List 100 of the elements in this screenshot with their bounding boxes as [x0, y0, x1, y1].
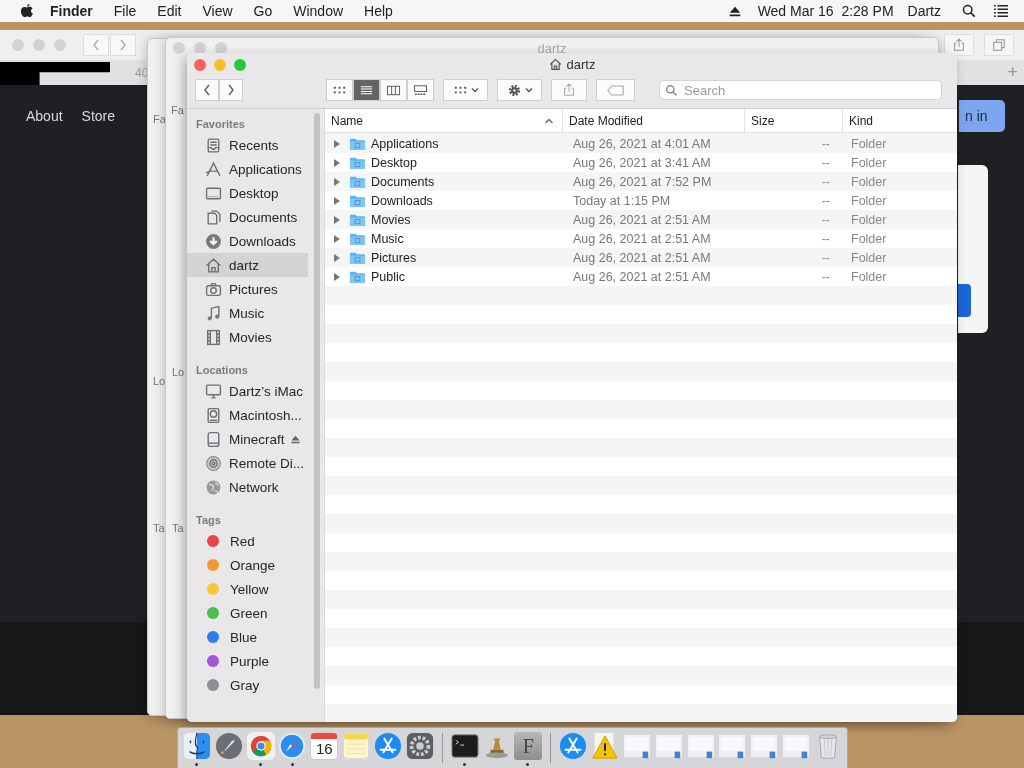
sidebar-item[interactable]: Minecraft — [187, 427, 308, 451]
file-row[interactable]: Music Aug 26, 2021 at 2:51 AM -- Folder — [325, 229, 957, 248]
disclosure-triangle-icon[interactable] — [333, 252, 341, 263]
apple-icon[interactable] — [20, 3, 34, 19]
user-menu[interactable]: Dartz — [907, 3, 941, 19]
disclosure-triangle-icon[interactable] — [333, 195, 341, 206]
file-row[interactable]: Desktop Aug 26, 2021 at 3:41 AM -- Folder — [325, 153, 957, 172]
disclosure-triangle-icon[interactable] — [333, 214, 341, 225]
clock[interactable]: Wed Mar 16 2:28 PM — [757, 3, 894, 19]
sidebar-item[interactable]: dartz — [187, 253, 308, 277]
menu-item[interactable]: Help — [364, 3, 393, 19]
caret-icon — [524, 86, 533, 94]
file-row[interactable]: Public Aug 26, 2021 at 2:51 AM -- Folder — [325, 267, 957, 286]
back-button[interactable] — [83, 34, 109, 56]
date-modified: Aug 26, 2021 at 2:51 AM — [573, 231, 711, 246]
share-icon — [562, 83, 576, 97]
browser-icon[interactable] — [246, 732, 275, 760]
compass-icon[interactable] — [278, 732, 307, 760]
folder-icon — [349, 269, 366, 284]
rocket-icon[interactable] — [214, 732, 243, 760]
tabs-button[interactable] — [984, 34, 1014, 56]
sign-in-button[interactable]: n in — [959, 100, 1005, 132]
file-row[interactable]: Downloads Today at 1:15 PM -- Folder — [325, 191, 957, 210]
sidebar-item[interactable]: Movies — [187, 325, 308, 349]
file-row[interactable]: Pictures Aug 26, 2021 at 2:51 AM -- Folder — [325, 248, 957, 267]
zoom-button[interactable] — [234, 59, 246, 71]
sidebar-item[interactable]: Blue — [187, 625, 308, 649]
gear-icon[interactable] — [405, 732, 434, 760]
group-button[interactable] — [443, 79, 488, 101]
menu-item[interactable]: Go — [253, 3, 273, 19]
back-button[interactable] — [195, 79, 219, 101]
warning-icon[interactable] — [591, 732, 620, 760]
close-button[interactable] — [194, 59, 206, 71]
document-thumbnail-icon[interactable] — [622, 732, 651, 760]
column-header[interactable]: Size — [745, 109, 843, 132]
sidebar-item[interactable]: Downloads — [187, 229, 308, 253]
document-thumbnail-icon[interactable] — [782, 732, 811, 760]
column-header[interactable]: Kind — [843, 109, 957, 132]
font-book-icon[interactable]: F — [514, 732, 543, 760]
search-icon[interactable] — [962, 4, 976, 18]
sidebar-item[interactable]: Purple — [187, 649, 308, 673]
calendar-icon[interactable]: 16 — [310, 732, 339, 760]
sidebar-item[interactable]: Pictures — [187, 277, 308, 301]
store-icon[interactable] — [374, 732, 402, 760]
sidebar-item[interactable]: Applications — [187, 157, 308, 181]
disclosure-triangle-icon[interactable] — [333, 176, 341, 187]
app-menu[interactable]: Finder — [50, 3, 93, 19]
column-header[interactable]: Name — [325, 109, 563, 132]
file-row[interactable]: Movies Aug 26, 2021 at 2:51 AM -- Folder — [325, 210, 957, 229]
sidebar-item[interactable]: Macintosh... — [187, 403, 308, 427]
sidebar-item[interactable]: Gray — [187, 673, 308, 697]
sidebar-item[interactable]: Yellow — [187, 577, 308, 601]
sidebar-item[interactable]: Network — [187, 475, 308, 499]
forward-button[interactable] — [219, 79, 243, 101]
view-mode-button[interactable] — [380, 79, 407, 101]
file-row[interactable]: Documents Aug 26, 2021 at 7:52 PM -- Folder — [325, 172, 957, 191]
action-button[interactable] — [497, 79, 542, 101]
menu-item[interactable]: Window — [293, 3, 344, 19]
smiling-face-icon[interactable] — [182, 732, 211, 760]
scroll-bar[interactable] — [314, 113, 320, 689]
view-mode-button[interactable] — [407, 79, 434, 101]
sidebar-item[interactable]: Dartz’s iMac — [187, 379, 308, 403]
share-button[interactable] — [944, 34, 974, 56]
dock-item[interactable]: F — [512, 730, 545, 768]
column-header[interactable]: Date Modified — [563, 109, 745, 132]
search-field[interactable]: Search — [659, 80, 942, 100]
file-size: -- — [821, 193, 830, 208]
sidebar-item[interactable]: Music — [187, 301, 308, 325]
disclosure-triangle-icon[interactable] — [333, 271, 341, 282]
sidebar-item[interactable]: Red — [187, 529, 308, 553]
document-thumbnail-icon[interactable] — [654, 732, 683, 760]
dock-item[interactable] — [181, 730, 213, 768]
store-icon[interactable] — [559, 732, 588, 760]
document-thumbnail-icon[interactable] — [750, 732, 779, 760]
terminal-icon[interactable] — [450, 732, 479, 760]
forward-button[interactable] — [110, 34, 136, 56]
dock-item[interactable]: 16 — [308, 730, 341, 768]
sidebar-item[interactable]: Desktop — [187, 181, 308, 205]
share-button[interactable] — [551, 79, 587, 101]
sidebar-label: Music — [229, 305, 265, 321]
menu-item[interactable]: File — [113, 3, 137, 19]
disclosure-triangle-icon[interactable] — [333, 233, 341, 244]
list-icon[interactable] — [992, 4, 1010, 18]
disclosure-triangle-icon[interactable] — [333, 138, 341, 149]
menu-item[interactable]: Edit — [157, 3, 182, 19]
nav-link[interactable]: Store — [81, 108, 116, 124]
sidebar-item[interactable]: Recents — [187, 133, 308, 157]
sidebar-item[interactable]: Documents — [187, 205, 308, 229]
file-row[interactable]: Applications Aug 26, 2021 at 4:01 AM -- Folder — [325, 134, 957, 153]
nav-link[interactable]: About — [26, 108, 63, 124]
menu-item[interactable]: View — [202, 3, 233, 19]
view-mode-button[interactable] — [326, 79, 353, 101]
document-thumbnail-icon[interactable] — [718, 732, 747, 760]
document-thumbnail-icon[interactable] — [686, 732, 715, 760]
sidebar-item[interactable]: Green — [187, 601, 308, 625]
sidebar-item[interactable]: Remote Di... — [187, 451, 308, 475]
disclosure-triangle-icon[interactable] — [333, 157, 341, 168]
sidebar-item[interactable]: Orange — [187, 553, 308, 577]
eject-icon[interactable] — [727, 4, 742, 18]
view-mode-button[interactable] — [353, 79, 380, 101]
